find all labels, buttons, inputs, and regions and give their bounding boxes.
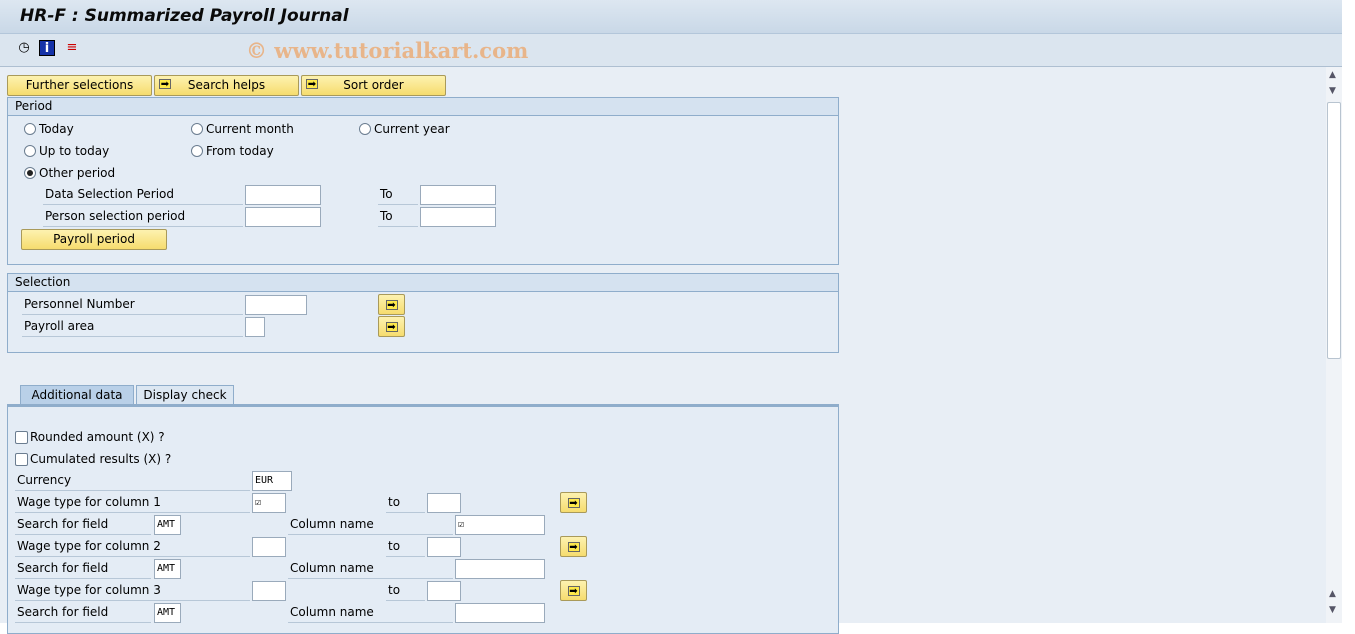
currency-input[interactable]: EUR: [252, 471, 292, 491]
arrow-right-icon: ➡: [567, 585, 580, 597]
multiple-selection-button[interactable]: ➡: [560, 536, 587, 557]
vertical-scrollbar[interactable]: ▲ ▼ ▲ ▼: [1326, 67, 1342, 623]
wage-type-from-input[interactable]: [252, 537, 286, 557]
tab-additional-data[interactable]: Additional data: [20, 385, 134, 405]
execute-clock-icon[interactable]: ◷: [16, 40, 32, 56]
search-field-input[interactable]: AMT: [154, 515, 181, 535]
checkbox-label: Cumulated results (X) ?: [30, 452, 172, 466]
arrow-right-icon: ➡: [385, 299, 398, 311]
person-selection-from-input[interactable]: [245, 207, 321, 227]
search-for-field-label: Search for field: [15, 515, 151, 535]
rounded-amount-checkbox[interactable]: [15, 431, 28, 444]
radio-label: Current year: [374, 122, 450, 136]
radio-current-year[interactable]: [359, 123, 371, 135]
scroll-down-icon[interactable]: ▼: [1329, 86, 1336, 96]
data-selection-period-label: Data Selection Period: [43, 185, 243, 205]
column-name-input[interactable]: [455, 603, 545, 623]
radio-from-today[interactable]: [191, 145, 203, 157]
person-selection-period-label: Person selection period: [43, 207, 243, 227]
button-label: Search helps: [187, 78, 266, 92]
person-selection-to-input[interactable]: [420, 207, 496, 227]
multiple-selection-button[interactable]: ➡: [378, 294, 405, 315]
column-name-label: Column name: [288, 515, 453, 535]
button-label: Further selections: [25, 78, 134, 92]
multiple-selection-button[interactable]: ➡: [378, 316, 405, 337]
search-field-input[interactable]: AMT: [154, 559, 181, 579]
search-helps-button[interactable]: ➡ Search helps: [154, 75, 299, 96]
data-selection-to-input[interactable]: [420, 185, 496, 205]
multiple-selection-button[interactable]: ➡: [560, 580, 587, 601]
page-title: HR-F : Summarized Payroll Journal: [20, 6, 349, 26]
scroll-down-icon[interactable]: ▼: [1329, 605, 1336, 615]
scroll-thumb[interactable]: [1327, 102, 1341, 359]
radio-label: From today: [206, 144, 274, 158]
search-for-field-label: Search for field: [15, 603, 151, 623]
search-for-field-label: Search for field: [15, 559, 151, 579]
arrow-right-icon: ➡: [306, 79, 318, 90]
wage-type-from-input[interactable]: ☑: [252, 493, 286, 513]
further-selections-button[interactable]: Further selections: [7, 75, 152, 96]
tab-label: Display check: [143, 388, 227, 402]
multiple-selection-button[interactable]: ➡: [560, 492, 587, 513]
search-field-input[interactable]: AMT: [154, 603, 181, 623]
wage-type-from-input[interactable]: [252, 581, 286, 601]
arrow-right-icon: ➡: [159, 79, 171, 90]
title-bar: HR-F : Summarized Payroll Journal: [0, 0, 1342, 34]
scroll-up-icon[interactable]: ▲: [1329, 70, 1336, 80]
column-name-label: Column name: [288, 603, 453, 623]
scroll-up-icon[interactable]: ▲: [1329, 589, 1336, 599]
button-label: Sort order: [343, 78, 404, 92]
arrow-right-icon: ➡: [385, 321, 398, 333]
group-title: Period: [8, 98, 838, 116]
button-label: Payroll period: [53, 232, 135, 246]
to-label: To: [378, 185, 418, 205]
currency-label: Currency: [15, 471, 250, 491]
radio-label: Other period: [39, 166, 116, 180]
group-title: Selection: [8, 274, 838, 292]
payroll-area-label: Payroll area: [22, 317, 243, 337]
column-name-input[interactable]: ☑: [455, 515, 545, 535]
data-selection-from-input[interactable]: [245, 185, 321, 205]
tab-display-check[interactable]: Display check: [136, 385, 234, 405]
wage-type-label: Wage type for column 2: [15, 537, 250, 557]
tab-label: Additional data: [31, 388, 123, 402]
checkbox-label: Rounded amount (X) ?: [30, 430, 165, 444]
radio-up-to-today[interactable]: [24, 145, 36, 157]
personnel-number-label: Personnel Number: [22, 295, 243, 315]
arrow-right-icon: ➡: [567, 497, 580, 509]
radio-other-period[interactable]: [24, 167, 36, 179]
column-name-input[interactable]: [455, 559, 545, 579]
personnel-number-input[interactable]: [245, 295, 307, 315]
arrow-right-icon: ➡: [567, 541, 580, 553]
to-label: To: [378, 207, 418, 227]
to-label: to: [386, 537, 425, 557]
wage-type-label: Wage type for column 1: [15, 493, 250, 513]
wage-type-to-input[interactable]: [427, 537, 461, 557]
to-label: to: [386, 493, 425, 513]
application-toolbar: [0, 34, 1342, 67]
wage-type-to-input[interactable]: [427, 493, 461, 513]
cumulated-results-checkbox[interactable]: [15, 453, 28, 466]
radio-current-month[interactable]: [191, 123, 203, 135]
sort-order-button[interactable]: ➡ Sort order: [301, 75, 446, 96]
column-name-label: Column name: [288, 559, 453, 579]
watermark: © www.tutorialkart.com: [246, 38, 529, 63]
radio-label: Up to today: [39, 144, 110, 158]
radio-label: Today: [39, 122, 74, 136]
radio-label: Current month: [206, 122, 294, 136]
radio-today[interactable]: [24, 123, 36, 135]
wage-type-to-input[interactable]: [427, 581, 461, 601]
payroll-period-button[interactable]: Payroll period: [21, 229, 167, 250]
info-icon[interactable]: i: [39, 40, 55, 56]
wage-type-label: Wage type for column 3: [15, 581, 250, 601]
to-label: to: [386, 581, 425, 601]
variant-icon[interactable]: ≡: [64, 40, 80, 56]
payroll-area-input[interactable]: [245, 317, 265, 337]
